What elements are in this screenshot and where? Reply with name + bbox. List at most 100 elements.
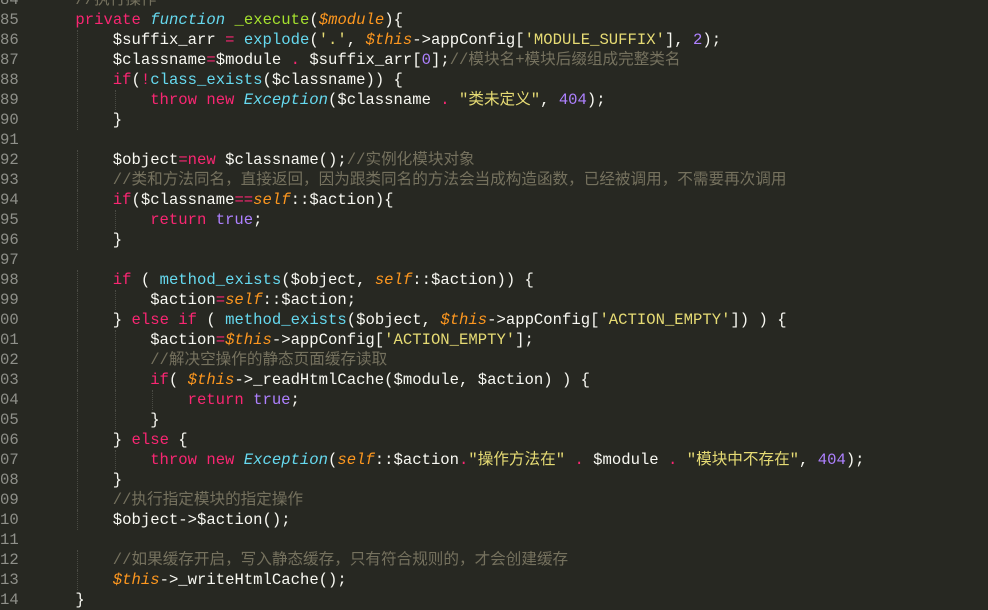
code-line[interactable]: 86 $suffix_arr = explode('.', $this->appC… (0, 30, 988, 50)
code-line[interactable]: 10 $object->$action(); (0, 510, 988, 530)
indent-guide (114, 390, 116, 410)
line-number: 05 (0, 411, 19, 429)
indent-guide (77, 330, 79, 350)
code-token: == (234, 191, 254, 209)
indent-guide (77, 450, 79, 470)
code-token: . (574, 451, 584, 469)
line-number: 95 (0, 211, 19, 229)
code-token: return (187, 391, 254, 409)
code-token: ->appConfig[ (412, 31, 525, 49)
code-line[interactable]: 05} (0, 410, 988, 430)
indent-guide (77, 430, 79, 450)
code-token: , (799, 451, 818, 469)
code-line[interactable]: 98 if ( method_exists($object, self::$act… (0, 270, 988, 290)
code-token: ::$action; (262, 291, 357, 309)
code-line[interactable]: 01 $action=$this->appConfig['ACTION_EMPTY… (0, 330, 988, 350)
indent-guide (77, 490, 79, 510)
code-text: $suffix_arr = explode('.', $this->appCon… (113, 30, 721, 50)
line-number: 90 (0, 111, 19, 129)
code-token: ($classname (328, 91, 441, 109)
line-number: 89 (0, 91, 19, 109)
code-line[interactable]: 89 throw new Exception($classname . "类未定义… (0, 90, 988, 110)
code-line[interactable]: 02 //解决空操作的静态页面缓存读取 (0, 350, 988, 370)
code-token: ::$action)) { (412, 271, 534, 289)
code-line[interactable]: 12 //如果缓存开启，写入静态缓存，只有符合规则的，才会创建缓存 (0, 550, 988, 570)
line-number: 13 (0, 571, 19, 589)
code-token: $action (150, 291, 216, 309)
line-number: 02 (0, 351, 19, 369)
code-line[interactable]: 92 $object=new $classname();//实例化模块对象 (0, 150, 988, 170)
code-token: ->_readHtmlCache($module, $action) ) { (234, 371, 591, 389)
code-line[interactable]: 95 return true; (0, 210, 988, 230)
code-token: = (215, 331, 226, 349)
code-text: return true; (150, 210, 262, 230)
indent-guide (77, 90, 79, 110)
code-token: } (75, 591, 85, 609)
code-text: $action=$this->appConfig['ACTION_EMPTY']… (150, 330, 534, 350)
line-number: 00 (0, 311, 19, 329)
code-line[interactable]: 14} (0, 590, 988, 610)
code-token: ($object, (346, 311, 441, 329)
indent-guide (114, 350, 116, 370)
code-token: private (75, 11, 151, 29)
code-token: $this (225, 331, 272, 349)
code-line[interactable]: 96} (0, 230, 988, 250)
code-line[interactable]: 00 } else if ( method_exists($object, $th… (0, 310, 988, 330)
indent-guide (77, 570, 79, 590)
code-token: explode (243, 31, 310, 49)
code-line[interactable]: 11 (0, 530, 988, 550)
code-token: //如果缓存开启，写入静态缓存，只有符合规则的，才会创建缓存 (112, 551, 569, 569)
code-line[interactable]: 03 if( $this->_readHtmlCache($module, $ac… (0, 370, 988, 390)
code-token: $module (583, 451, 669, 469)
code-token: "类未定义" (459, 91, 541, 109)
indent-guide (77, 170, 79, 190)
code-line[interactable]: 84 //执行操作 (0, 0, 988, 10)
code-line[interactable]: 08} (0, 470, 988, 490)
line-number: 98 (0, 271, 19, 289)
code-token: } (112, 431, 132, 449)
indent-guide (77, 470, 79, 490)
code-token: "操作方法在" (468, 451, 566, 469)
code-token: ::$action){ (290, 191, 394, 209)
code-line[interactable]: 04 return true; (0, 390, 988, 410)
code-line[interactable]: 06} else { (0, 430, 988, 450)
code-line[interactable]: 93 //类和方法同名，直接返回，因为跟类同名的方法会当成构造函数，已经被调用，不… (0, 170, 988, 190)
code-token: else if (131, 311, 198, 329)
code-line[interactable]: 07 throw new Exception(self::$action."操作方… (0, 450, 988, 470)
indent-guide (77, 150, 79, 170)
code-token: 2 (693, 31, 703, 49)
code-token: $module (215, 51, 291, 69)
code-text: } else if ( method_exists($object, $this… (113, 310, 787, 330)
code-token: , (346, 31, 366, 49)
indent-guide (77, 410, 79, 430)
line-number: 14 (0, 591, 19, 609)
code-text: } (75, 590, 84, 610)
code-line[interactable]: 85 private function _execute($module){ (0, 10, 988, 30)
code-text: throw new Exception($classname . "类未定义",… (150, 90, 605, 110)
indent-guide (77, 370, 79, 390)
indent-guide (77, 190, 79, 210)
code-text: if ( method_exists($object, self::$actio… (113, 270, 534, 290)
code-line[interactable]: 88 if(!class_exists($classname)) { (0, 70, 988, 90)
code-token: { (168, 431, 188, 449)
code-line[interactable]: 87 $classname=$module . $suffix_arr[0];//… (0, 50, 988, 70)
line-number: 11 (0, 531, 19, 549)
code-token: } (150, 411, 160, 429)
code-line[interactable]: 99 $action=self::$action; (0, 290, 988, 310)
code-line[interactable]: 97 (0, 250, 988, 270)
code-line[interactable]: 09 //执行指定模块的指定操作 (0, 490, 988, 510)
code-line[interactable]: 94 if($classname==self::$action){ (0, 190, 988, 210)
code-token: ( (309, 31, 319, 49)
code-token: . (459, 451, 469, 469)
line-number: 09 (0, 491, 19, 509)
code-token: , (540, 91, 559, 109)
code-token: if (112, 71, 132, 89)
code-line[interactable]: 91 (0, 130, 988, 150)
code-token: $module (318, 11, 385, 29)
code-token: ($object, (281, 271, 375, 289)
code-line[interactable]: 90} (0, 110, 988, 130)
code-editor[interactable]: 84//执行操作 85 private function _execute($mod… (0, 0, 988, 610)
code-line[interactable]: 13 $this->_writeHtmlCache(); (0, 570, 988, 590)
